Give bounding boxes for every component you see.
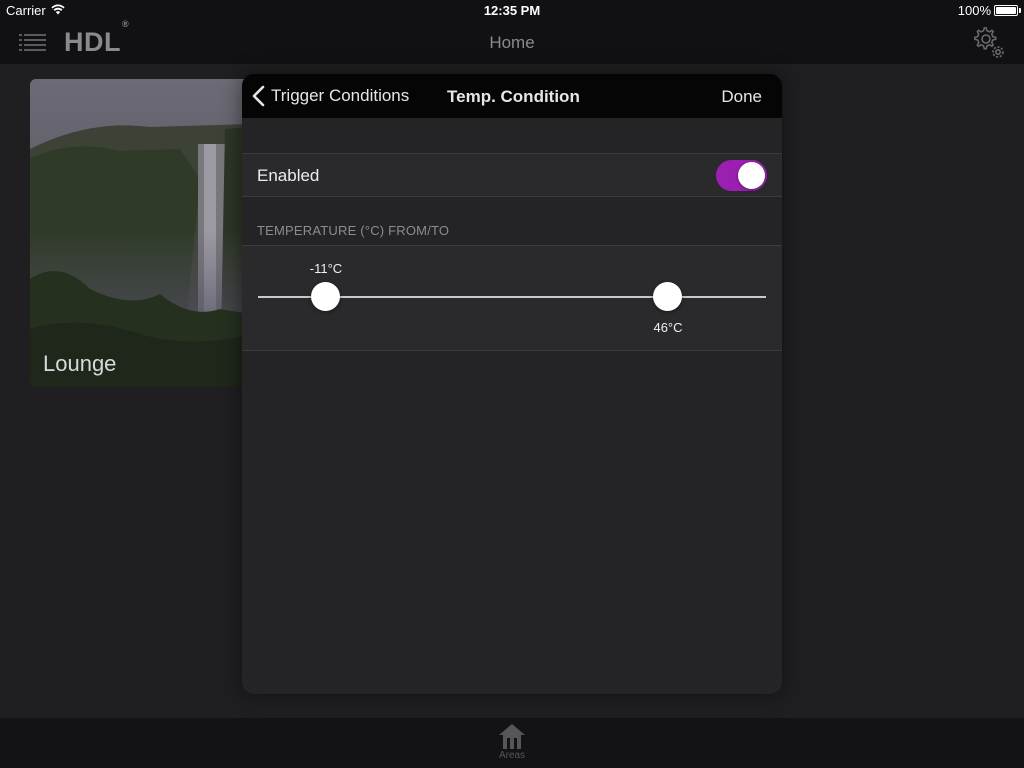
battery-tip: [1019, 8, 1021, 13]
range-from-label: -11°C: [309, 261, 343, 276]
chevron-left-icon: [252, 85, 265, 107]
enabled-toggle[interactable]: [716, 160, 767, 191]
page-title: Home: [489, 33, 535, 52]
section-header: TEMPERATURE (°C) FROM/TO: [257, 223, 450, 238]
battery-icon: [994, 5, 1018, 16]
modal-title: Temp. Condition: [447, 87, 580, 106]
enabled-label: Enabled: [257, 166, 320, 185]
house-icon: [499, 724, 525, 749]
area-photo: [30, 79, 250, 387]
area-label: Lounge: [43, 351, 117, 376]
modal-header: Trigger Conditions Temp. Condition Done: [242, 74, 782, 118]
tab-label: Areas: [498, 750, 526, 761]
logo-registered-mark: ®: [122, 19, 130, 29]
back-label: Trigger Conditions: [271, 86, 410, 105]
area-card-lounge[interactable]: Lounge: [30, 79, 250, 387]
battery-percent: 100%: [957, 3, 991, 18]
range-from-thumb[interactable]: [311, 282, 340, 311]
tab-areas[interactable]: Areas: [487, 720, 537, 766]
back-button[interactable]: Trigger Conditions: [252, 74, 409, 118]
range-to-thumb[interactable]: [653, 282, 682, 311]
enabled-row: Enabled: [242, 153, 782, 197]
done-button[interactable]: Done: [721, 87, 762, 107]
clock: 12:35 PM: [483, 3, 541, 18]
tab-bar: Areas: [0, 718, 1024, 768]
status-bar: Carrier 12:35 PM 100%: [0, 0, 1024, 22]
toggle-knob: [738, 162, 765, 189]
gears-icon[interactable]: [972, 26, 1008, 60]
temp-condition-modal: Trigger Conditions Temp. Condition Done …: [242, 74, 782, 694]
temperature-range-row: -11°C 46°C: [242, 245, 782, 351]
navigation-bar: HDL® Home: [0, 19, 1024, 64]
range-to-label: 46°C: [653, 320, 683, 335]
